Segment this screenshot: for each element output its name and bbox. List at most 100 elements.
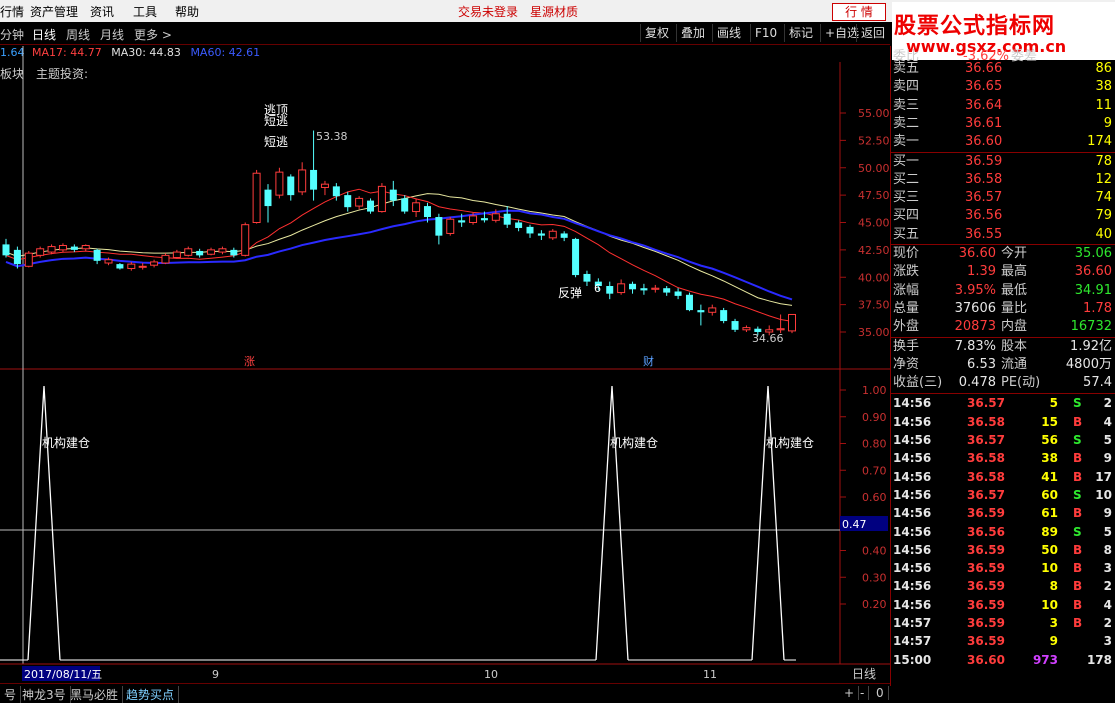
- candle-body: [446, 218, 455, 234]
- candle-body: [116, 264, 124, 269]
- stat-value: 3.95%: [954, 282, 996, 298]
- tick-count: 3: [1103, 634, 1112, 649]
- draw-button[interactable]: 画线: [712, 24, 745, 42]
- stat-value: 1.78: [1083, 300, 1112, 316]
- login-status[interactable]: 交易未登录: [458, 3, 518, 20]
- period-minute[interactable]: 分钟: [0, 26, 24, 43]
- tick-volume: 60: [1041, 487, 1058, 502]
- fund-label: 净资: [893, 356, 920, 372]
- menu-item-news[interactable]: 资讯: [90, 3, 114, 20]
- candle-body: [310, 169, 318, 190]
- period-monthly[interactable]: 月线: [100, 26, 124, 43]
- candle-body: [491, 213, 500, 221]
- candle-body: [104, 259, 113, 264]
- bid-label: 买一: [893, 153, 920, 169]
- price-tick: 47.50: [858, 189, 890, 202]
- tick-volume: 56: [1041, 433, 1058, 447]
- tick-time: 14:56: [893, 487, 932, 502]
- event-finance-marker[interactable]: 财: [643, 354, 654, 368]
- tick-time: 14:56: [893, 542, 932, 557]
- tick-side: B: [1073, 451, 1083, 466]
- block-label: 板块: [0, 67, 24, 81]
- tab-indicator-1[interactable]: 神龙3号: [18, 686, 71, 703]
- tick-price: 36.57: [967, 396, 1005, 411]
- kline-chart[interactable]: 55.00 52.50 50.00 47.50 45.00 42.50 40.00 37.50…: [0, 46, 890, 683]
- candle-body: [47, 246, 56, 253]
- fundamental-row: 收益(三) 0.478 PE(动) 57.4: [893, 374, 1114, 392]
- tick-price: 36.59: [967, 634, 1005, 649]
- menu-item-market[interactable]: 行情: [0, 3, 24, 20]
- stat-value: 1.39: [967, 264, 996, 280]
- tick-count: 8: [1103, 542, 1112, 557]
- tick-side: S: [1073, 524, 1082, 539]
- candle-body: [708, 307, 717, 313]
- candle-body: [58, 244, 67, 251]
- tick-count: 17: [1095, 469, 1112, 484]
- bid-price: 36.56: [965, 208, 1003, 224]
- candle-body: [355, 197, 364, 207]
- fund-value: 57.4: [1083, 375, 1112, 391]
- theme-label: 主题投资:: [36, 66, 88, 81]
- tick-row: 14:56 36.59 61 B 9: [893, 504, 1114, 522]
- tick-count: 4: [1103, 597, 1112, 612]
- period-daily[interactable]: 日线: [32, 26, 56, 43]
- candle-body: [196, 250, 204, 256]
- stat-value: 34.91: [1074, 282, 1112, 298]
- tick-price: 36.59: [967, 506, 1005, 521]
- menu-item-assets[interactable]: 资产管理: [30, 3, 78, 20]
- tick-row: 15:00 36.60 973 178: [893, 651, 1114, 669]
- period-more[interactable]: 更多 >: [134, 26, 172, 43]
- adjust-button[interactable]: 复权: [640, 24, 673, 42]
- candle-body: [70, 246, 78, 250]
- stat-label: 最低: [1001, 282, 1028, 298]
- tick-count: 2: [1103, 579, 1112, 594]
- mark-button[interactable]: 标记: [784, 24, 817, 42]
- tick-count: 5: [1103, 433, 1112, 447]
- candle-body: [548, 230, 557, 239]
- tick-price: 36.59: [967, 579, 1005, 594]
- indicator-tick: 0.60: [862, 491, 887, 504]
- zoom-reset-button[interactable]: 0: [872, 686, 889, 700]
- tick-count: 9: [1103, 451, 1112, 466]
- tab-indicator-2[interactable]: 黑马必胜: [66, 686, 124, 703]
- market-button[interactable]: 行 情: [832, 3, 886, 21]
- bid-row: 买二 36.58 12: [893, 171, 1114, 189]
- tick-row: 14:56 36.57 56 S 5: [893, 431, 1114, 449]
- fund-label: 流通: [1001, 356, 1028, 372]
- f10-button[interactable]: F10: [750, 24, 781, 42]
- candle-body: [412, 202, 421, 213]
- candles: [2, 130, 796, 336]
- tick-row: 14:57 36.59 9 3: [893, 632, 1114, 650]
- price-tick: 52.50: [858, 134, 890, 147]
- candle-body: [560, 233, 568, 238]
- tick-time: 14:57: [893, 634, 932, 649]
- tick-price: 36.59: [967, 616, 1005, 630]
- price-tick: 55.00: [858, 107, 890, 120]
- zoom-out-button[interactable]: -: [856, 686, 870, 700]
- menu-item-help[interactable]: 帮助: [175, 3, 199, 20]
- tick-time: 14:56: [893, 506, 932, 521]
- x-tick-10: 10: [484, 668, 498, 681]
- candle-body: [367, 200, 375, 212]
- tick-row: 14:56 36.58 15 B 4: [893, 413, 1114, 431]
- candle-body: [651, 287, 660, 290]
- candle-body: [742, 327, 751, 331]
- tick-volume: 5: [1049, 396, 1058, 411]
- tick-price: 36.58: [967, 414, 1005, 429]
- fund-value: 6.53: [967, 356, 996, 372]
- tab-indicator-3[interactable]: 趋势买点: [122, 686, 180, 703]
- event-up-marker[interactable]: 涨: [244, 355, 255, 368]
- overlay-button[interactable]: 叠加: [676, 24, 709, 42]
- indicator-spike: [595, 385, 629, 661]
- tick-price: 36.58: [967, 469, 1005, 484]
- candle-body: [218, 248, 227, 253]
- menu-item-tools[interactable]: 工具: [133, 3, 157, 20]
- fund-value: 1.92亿: [1070, 338, 1112, 354]
- period-weekly[interactable]: 周线: [66, 26, 90, 43]
- ask-volume: 174: [1087, 134, 1112, 150]
- back-button[interactable]: 返回: [856, 24, 889, 42]
- tick-price: 36.59: [967, 542, 1005, 557]
- candle-body: [389, 189, 397, 201]
- tick-time: 14:56: [893, 561, 932, 576]
- stat-row: 涨跌 1.39 最高 36.60: [893, 263, 1114, 281]
